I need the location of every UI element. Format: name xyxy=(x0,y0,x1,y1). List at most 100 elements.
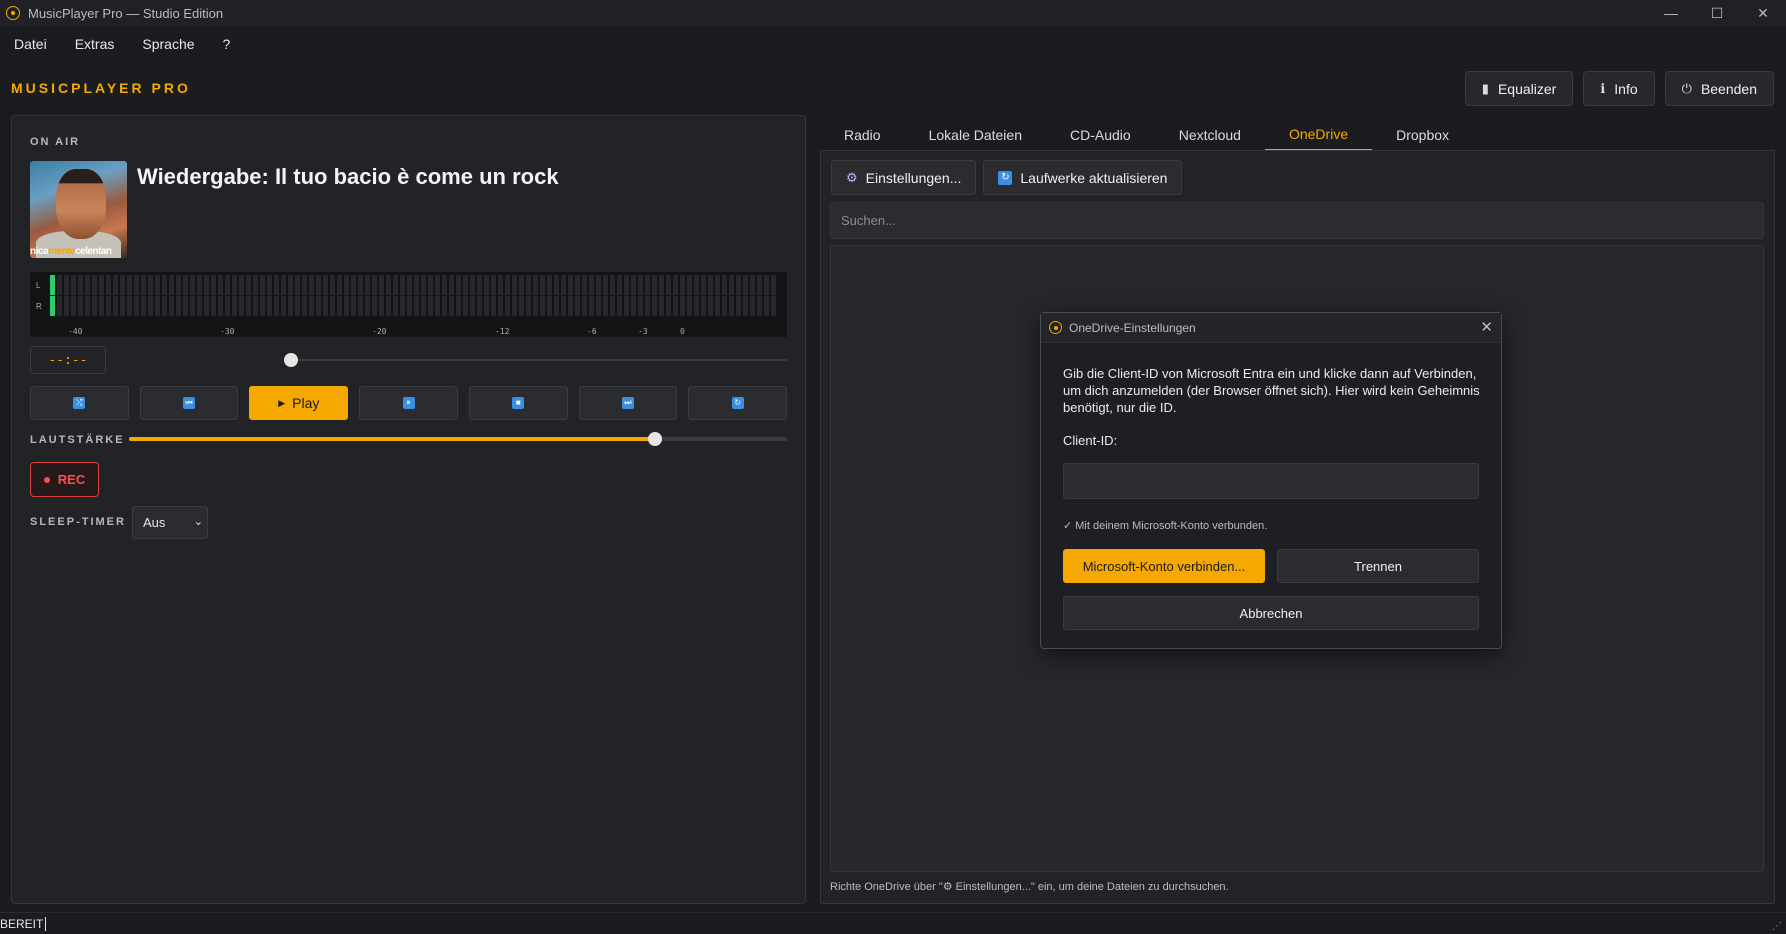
vu-segment xyxy=(610,275,615,295)
vu-segment xyxy=(533,296,538,316)
next-button[interactable]: ⏭ xyxy=(578,386,678,420)
vu-segment xyxy=(456,296,461,316)
vu-segment xyxy=(533,275,538,295)
seek-slider-track[interactable] xyxy=(292,359,787,361)
vu-segment xyxy=(113,275,118,295)
stop-button[interactable]: ■ xyxy=(468,386,568,420)
repeat-button[interactable]: ↻ xyxy=(688,386,788,420)
menu-extras[interactable]: Extras xyxy=(61,36,129,52)
vu-segment xyxy=(477,275,482,295)
vu-segment xyxy=(750,275,755,295)
previous-button[interactable]: ⏮ xyxy=(139,386,239,420)
vu-segment xyxy=(358,296,363,316)
vu-segment xyxy=(295,275,300,295)
connect-account-button[interactable]: Microsoft-Konto verbinden... xyxy=(1063,549,1265,583)
vu-segment xyxy=(554,275,559,295)
equalizer-button[interactable]: ▮ Equalizer xyxy=(1464,71,1574,106)
on-air-label: ON AIR xyxy=(30,136,81,148)
vu-segment xyxy=(106,275,111,295)
vu-segment xyxy=(162,275,167,295)
tab-dropbox[interactable]: Dropbox xyxy=(1372,119,1473,151)
client-id-field[interactable] xyxy=(1063,463,1479,499)
seek-slider-handle[interactable] xyxy=(284,353,298,367)
minimize-button[interactable]: — xyxy=(1648,0,1694,26)
vu-segment xyxy=(92,296,97,316)
tab-cd-audio[interactable]: CD-Audio xyxy=(1046,119,1155,151)
vu-segment xyxy=(351,296,356,316)
vu-segment xyxy=(484,275,489,295)
pause-button[interactable]: ⏸ xyxy=(359,386,458,420)
vu-segment xyxy=(253,275,258,295)
app-logo-icon xyxy=(6,6,20,20)
menu-help[interactable]: ? xyxy=(209,36,245,52)
equalizer-icon: ▮ xyxy=(1481,80,1489,96)
refresh-drives-button[interactable]: ↻ Laufwerke aktualisieren xyxy=(983,160,1183,195)
vu-segment xyxy=(561,296,566,316)
vu-tick: 0 xyxy=(680,327,685,336)
shuffle-icon: ⤮ xyxy=(73,397,86,409)
info-button[interactable]: ℹ Info xyxy=(1583,71,1655,106)
menu-sprache[interactable]: Sprache xyxy=(128,36,208,52)
vu-segment xyxy=(85,275,90,295)
vu-segment xyxy=(358,275,363,295)
vu-segment xyxy=(512,296,517,316)
vu-segment xyxy=(190,275,195,295)
tab-nextcloud[interactable]: Nextcloud xyxy=(1155,119,1265,151)
vu-segment xyxy=(736,275,741,295)
vu-segment xyxy=(302,296,307,316)
vu-segment xyxy=(638,275,643,295)
vu-segment xyxy=(624,296,629,316)
vu-segment xyxy=(365,296,370,316)
vu-segment xyxy=(85,296,90,316)
vu-segment xyxy=(526,275,531,295)
vu-segment xyxy=(162,296,167,316)
vu-segment xyxy=(456,275,461,295)
vu-segment xyxy=(666,296,671,316)
vu-segment xyxy=(645,275,650,295)
vu-segment xyxy=(379,275,384,295)
vu-segment xyxy=(519,296,524,316)
tab-radio[interactable]: Radio xyxy=(820,119,905,151)
app-logo-icon xyxy=(1049,321,1062,334)
search-input[interactable]: Suchen... xyxy=(830,202,1764,239)
sleep-timer-select[interactable]: Aus ⌄ xyxy=(132,506,208,539)
dialog-titlebar: OneDrive-Einstellungen ✕ xyxy=(1041,313,1501,343)
record-button[interactable]: REC xyxy=(30,462,99,497)
onedrive-hint: Richte OneDrive über "⚙ Einstellungen...… xyxy=(830,881,1229,893)
vu-segment xyxy=(99,296,104,316)
volume-slider-track[interactable] xyxy=(129,437,787,441)
vu-scale: -40 -30 -20 -12 -6 -3 0 xyxy=(30,327,787,337)
vu-label-right: R xyxy=(36,301,42,311)
chevron-down-icon: ⌄ xyxy=(193,516,203,528)
vu-segment xyxy=(239,275,244,295)
vu-segment xyxy=(260,296,265,316)
vu-segment xyxy=(316,275,321,295)
volume-label: LAUTSTÄRKE xyxy=(30,434,125,446)
close-icon[interactable]: ✕ xyxy=(1480,318,1493,336)
vu-segment xyxy=(99,275,104,295)
maximize-button[interactable]: ☐ xyxy=(1694,0,1740,26)
tab-local-files[interactable]: Lokale Dateien xyxy=(905,119,1046,151)
close-window-button[interactable]: ✕ xyxy=(1740,0,1786,26)
volume-slider-fill xyxy=(129,437,656,441)
vu-segment xyxy=(274,296,279,316)
vu-segment xyxy=(337,296,342,316)
play-button[interactable]: ▶ Play xyxy=(249,386,349,420)
resize-grip-icon[interactable]: ⋰ xyxy=(1772,921,1782,932)
vu-segment xyxy=(267,275,272,295)
vu-segment xyxy=(575,275,580,295)
shuffle-button[interactable]: ⤮ xyxy=(30,386,129,420)
volume-slider-handle[interactable] xyxy=(648,432,663,446)
disconnect-button[interactable]: Trennen xyxy=(1277,549,1479,583)
cancel-button[interactable]: Abbrechen xyxy=(1063,596,1479,630)
quit-button[interactable]: ⏻ Beenden xyxy=(1664,71,1774,106)
vu-segment xyxy=(232,275,237,295)
settings-button[interactable]: ⚙ Einstellungen... xyxy=(831,160,977,195)
menu-datei[interactable]: Datei xyxy=(0,36,61,52)
vu-segment xyxy=(470,296,475,316)
tab-onedrive[interactable]: OneDrive xyxy=(1264,119,1373,151)
vu-segment xyxy=(568,275,573,295)
vu-segment xyxy=(204,275,209,295)
vu-segment xyxy=(631,296,636,316)
vu-segment xyxy=(687,296,692,316)
